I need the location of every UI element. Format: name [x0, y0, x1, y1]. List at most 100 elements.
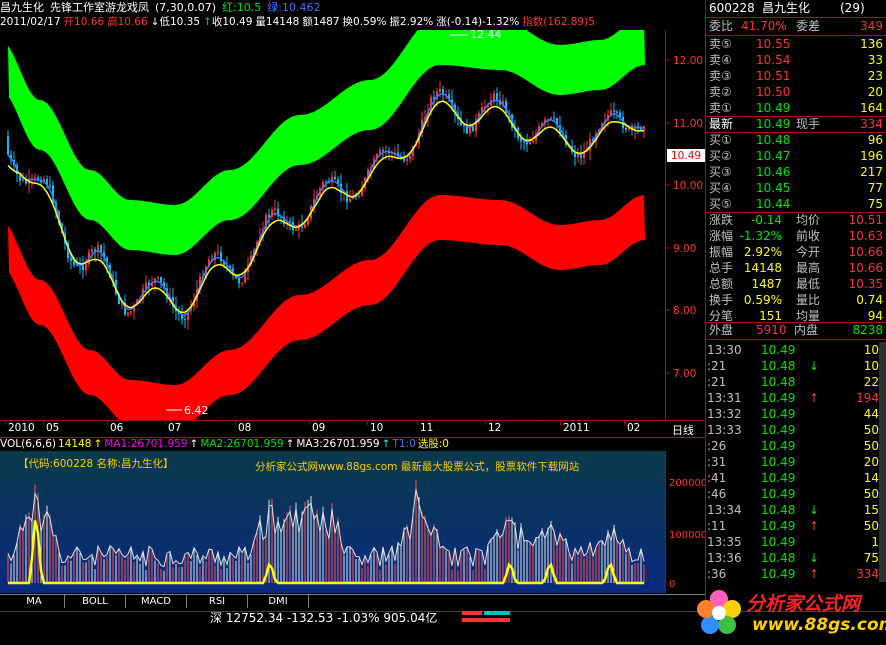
tab-ma[interactable]: MA [4, 595, 65, 609]
sell-order-row[interactable]: 卖④ 10.54 33 [706, 52, 886, 68]
market-bar-volume [462, 618, 510, 622]
indicator-tabs: MA BOLL MACD RSI DMI [0, 594, 705, 609]
buy-volume: 217 [860, 165, 883, 179]
buy-price: 10.48 [756, 133, 791, 147]
stat-value: 2.92% [743, 245, 782, 259]
sell-price: 10.49 [756, 101, 791, 115]
candle-body [7, 135, 9, 155]
buy-order-row[interactable]: 买④ 10.45 77 [706, 180, 886, 196]
neipan-label: 内盘 [794, 323, 819, 337]
tick-price: 10.49 [761, 535, 796, 549]
buy-order-row[interactable]: 买② 10.47 196 [706, 148, 886, 164]
price-tick-label: 10.00 [673, 180, 703, 192]
formula-name[interactable]: 先锋工作室游龙戏凤 [50, 1, 149, 14]
sell-price: 10.54 [756, 53, 791, 67]
tab-boll[interactable]: BOLL [65, 595, 126, 609]
amount-label: 额 [302, 16, 313, 28]
amount-value: 1487 [312, 16, 340, 28]
date-tick-mark [367, 421, 368, 425]
tick-volume: 50 [863, 519, 879, 533]
candle-body [493, 93, 495, 100]
panel-name[interactable]: 昌九生化 [762, 0, 810, 16]
sell-order-row[interactable]: 卖② 10.50 20 [706, 84, 886, 100]
open-value: 10.66 [74, 16, 105, 28]
sell-order-row[interactable]: 卖⑤ 10.55 136 [706, 36, 886, 52]
stat-value: 14148 [743, 261, 782, 275]
date-tick-label: 2011 [563, 422, 590, 434]
stat-row: 涨跌 -0.14 均价 10.51 [706, 212, 886, 228]
tick-row[interactable]: :21 10.48 22 [706, 374, 886, 390]
stat-value: -0.14 [750, 213, 782, 227]
weibi-row: 委比 41.70% 委差 349 [706, 18, 886, 34]
tick-volume: 15 [863, 503, 879, 517]
waipan-value: 5910 [756, 323, 787, 337]
volume-chart[interactable]: 【代码:600228 名称:昌九生化】 分析家公式网www.88gs.com 最… [0, 451, 665, 593]
period-label[interactable]: 日线 [672, 422, 694, 438]
candle-body [409, 155, 411, 159]
candle-body [268, 214, 270, 217]
tick-row[interactable]: :11 10.49 ↑ 50 [706, 518, 886, 534]
site-logo: 分析家公式网 www.88gs.com [690, 585, 886, 645]
amplitude-value: 2.92% [399, 16, 434, 28]
tick-row[interactable]: 13:35 10.49 1 [706, 534, 886, 550]
index-suffix: 5 [588, 16, 595, 28]
tick-row[interactable]: :41 10.49 14 [706, 470, 886, 486]
tick-price: 10.48 [761, 551, 796, 565]
latest-row: 最新 10.49 现手 334 [706, 116, 886, 132]
close-label: 收 [211, 16, 223, 28]
index-label: 指数 [522, 16, 544, 28]
green-value: 10.462 [282, 1, 321, 14]
candle-body [406, 158, 408, 161]
tick-time: :26 [707, 439, 727, 453]
tick-row[interactable]: 13:34 10.48 ↓ 15 [706, 502, 886, 518]
volume-axis: 200000 100000 0 [665, 451, 705, 593]
tick-time: :41 [707, 471, 727, 485]
sell-order-row[interactable]: 卖③ 10.51 23 [706, 68, 886, 84]
tick-row[interactable]: :31 10.49 20 [706, 454, 886, 470]
tab-macd[interactable]: MACD [126, 595, 187, 609]
tick-row[interactable]: :36 10.49 ↑ 334 [706, 566, 886, 582]
tick-row[interactable]: :26 10.49 50 [706, 438, 886, 454]
turnover-label: 换 [342, 16, 354, 28]
date-tick-mark [165, 421, 166, 425]
bar-date: 2011/02/17 [0, 16, 61, 28]
stock-name[interactable]: 昌九生化 [0, 1, 44, 14]
sell-order-row[interactable]: 卖① 10.49 164 [706, 100, 886, 116]
chart-title-bar: 昌九生化 先锋工作室游龙戏凤 (7,30,0.07) 红:10.5 绿:10.462 [0, 0, 705, 15]
tick-time: 13:36 [707, 551, 742, 565]
buy-order-row[interactable]: 买③ 10.46 217 [706, 164, 886, 180]
tick-row[interactable]: 13:32 10.49 44 [706, 406, 886, 422]
candle-body [241, 282, 243, 284]
close-arrow-icon: ↑ [203, 16, 212, 28]
tick-row[interactable]: 13:30 10.49 10 [706, 342, 886, 358]
candlestick-chart[interactable]: 12.44 6.42 [0, 30, 665, 420]
xianshou-value: 334 [860, 117, 883, 131]
tab-dmi[interactable]: DMI [248, 595, 309, 609]
buy-level-label: 买④ [709, 181, 732, 195]
tick-row[interactable]: :21 10.48 ↓ 10 [706, 358, 886, 374]
candle-body [439, 89, 441, 92]
buy-volume: 196 [860, 149, 883, 163]
tab-rsi[interactable]: RSI [187, 595, 248, 609]
tick-row[interactable]: 13:33 10.49 50 [706, 422, 886, 438]
buy-order-row[interactable]: 买① 10.48 96 [706, 132, 886, 148]
tick-row[interactable]: :46 10.49 50 [706, 486, 886, 502]
tick-price: 10.49 [761, 519, 796, 533]
tick-scrollbar[interactable] [879, 342, 886, 582]
sell-level-label: 卖② [709, 85, 732, 99]
tick-row[interactable]: 13:31 10.49 ↑ 194 [706, 390, 886, 406]
weibi-value: 41.70% [741, 19, 787, 33]
tick-volume: 75 [863, 551, 879, 565]
candle-body [85, 264, 87, 270]
up-arrow-icon: ↑ [809, 391, 820, 405]
panel-code: 600228 [709, 1, 755, 15]
stat-label: 今开 [796, 245, 821, 259]
buy-volume: 96 [867, 133, 883, 147]
vol-value: 14148 [58, 438, 92, 450]
buy-price: 10.44 [756, 197, 791, 211]
candle-body [523, 141, 525, 143]
tick-row[interactable]: 13:36 10.48 ↓ 75 [706, 550, 886, 566]
stat-value: -1.32% [739, 229, 782, 243]
candle-body [358, 196, 360, 198]
buy-order-row[interactable]: 买⑤ 10.44 75 [706, 196, 886, 212]
